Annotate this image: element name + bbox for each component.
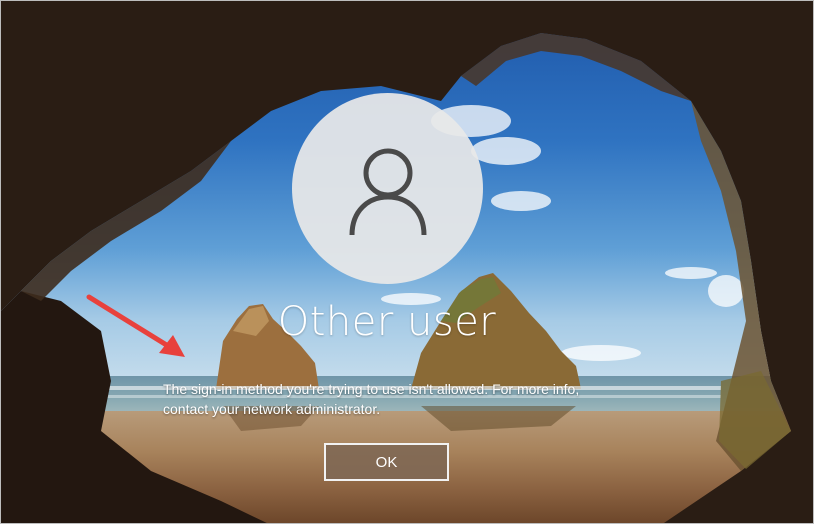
user-avatar — [292, 93, 483, 284]
sign-in-error-message: The sign-in method you're trying to use … — [163, 379, 633, 419]
ok-button[interactable]: OK — [324, 443, 449, 481]
error-line-1: The sign-in method you're trying to use … — [163, 381, 580, 397]
person-icon — [349, 148, 426, 235]
red-arrow-icon — [86, 294, 185, 357]
error-line-2: contact your network administrator. — [163, 401, 381, 417]
lock-screen: Other user The sign-in method you're try… — [0, 0, 814, 524]
